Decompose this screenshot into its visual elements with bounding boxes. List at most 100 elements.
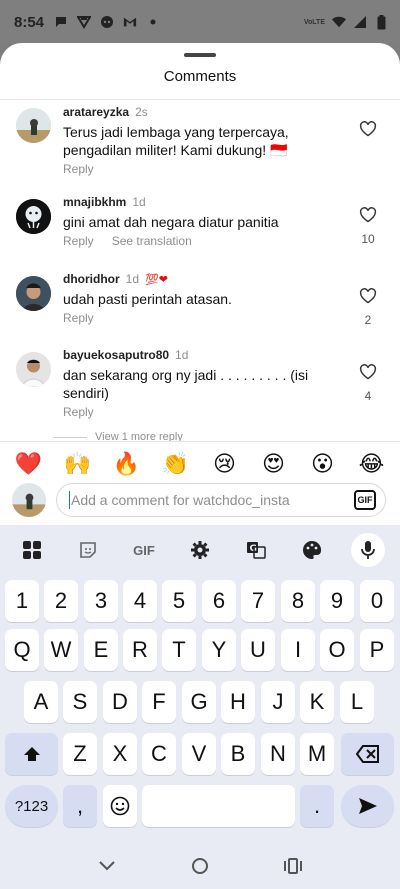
reply-button[interactable]: Reply [63,405,94,419]
key-l[interactable]: L [340,681,374,723]
key-s[interactable]: S [63,681,97,723]
my-avatar [12,483,46,517]
apps-grid-icon[interactable] [15,533,49,567]
comment-time: 1d [125,272,140,286]
avatar[interactable] [16,276,51,311]
key-i[interactable]: I [281,629,315,671]
divider [0,99,400,100]
reply-button[interactable]: Reply [63,234,94,248]
key-4[interactable]: 4 [123,580,157,622]
comment-username[interactable]: bayuekosaputro80 [63,348,169,362]
gif-tab[interactable]: GIF [127,533,161,567]
reaction-fire[interactable]: 🔥 [109,449,145,479]
backspace-key[interactable] [341,733,394,775]
comment-text: udah pasti perintah atasan. [63,291,232,307]
key-9[interactable]: 9 [320,580,354,622]
key-a[interactable]: A [24,681,58,723]
comment-username[interactable]: dhoridhor [63,272,120,286]
like-count: 4 [364,389,372,403]
key-q[interactable]: Q [5,629,39,671]
key-5[interactable]: 5 [162,580,196,622]
key-7[interactable]: 7 [241,580,275,622]
translate-icon[interactable]: G [239,533,273,567]
key-0[interactable]: 0 [360,580,394,622]
key-1[interactable]: 1 [5,580,39,622]
reaction-crying[interactable]: 😢 [207,449,243,479]
emoji-key[interactable] [103,785,137,827]
comment-badge: 💯❤ [145,273,168,286]
recents-icon[interactable] [278,851,308,881]
reaction-raised-hands[interactable]: 🙌 [60,449,96,479]
reaction-surprised[interactable]: 😮 [305,449,341,479]
like-button[interactable] [355,121,381,146]
palette-icon[interactable] [295,533,329,567]
drag-handle[interactable] [184,53,216,57]
home-circle-icon[interactable] [185,851,215,881]
like-button[interactable]: 10 [355,207,381,246]
sticker-icon[interactable] [71,533,105,567]
comment-username[interactable]: aratareyzka [63,105,129,119]
key-f[interactable]: F [142,681,176,723]
comment-input-placeholder: Add a comment for watchdoc_insta [71,492,290,508]
key-2[interactable]: 2 [44,580,78,622]
key-8[interactable]: 8 [281,580,315,622]
key-o[interactable]: O [320,629,354,671]
vpn-notification-icon [77,15,92,29]
more-notifications-dot-icon [146,15,160,29]
key-n[interactable]: N [261,733,295,775]
reply-button[interactable]: Reply [63,311,94,325]
key-e[interactable]: E [84,629,118,671]
period-key[interactable]: . [300,785,334,827]
key-u[interactable]: U [241,629,275,671]
key-h[interactable]: H [221,681,255,723]
see-translation-button[interactable]: See translation [112,234,192,248]
keyboard-toolbar: GIF G [0,533,400,567]
space-key[interactable] [142,785,295,827]
gif-button[interactable]: GIF [354,490,376,510]
key-z[interactable]: Z [63,733,97,775]
key-g[interactable]: G [182,681,216,723]
reaction-laughing[interactable]: 😂 [354,449,390,479]
key-c[interactable]: C [142,733,176,775]
reaction-clap[interactable]: 👏 [158,449,194,479]
avatar[interactable] [16,352,51,387]
status-time: 8:54 [14,13,45,31]
like-button[interactable]: 4 [355,364,381,403]
key-k[interactable]: K [300,681,334,723]
settings-gear-icon[interactable] [183,533,217,567]
comment-username[interactable]: mnajibkhm [63,195,126,209]
text-cursor [69,491,70,509]
key-m[interactable]: M [300,733,334,775]
reaction-heart-eyes[interactable]: 😍 [256,449,292,479]
send-key[interactable] [341,785,394,827]
key-b[interactable]: B [221,733,255,775]
heart-outline-icon [359,364,377,384]
key-v[interactable]: V [182,733,216,775]
key-j[interactable]: J [261,681,295,723]
key-d[interactable]: D [103,681,137,723]
comment-input[interactable]: Add a comment for watchdoc_insta GIF [56,483,386,517]
hide-keyboard-chevron-icon[interactable] [92,851,122,881]
key-p[interactable]: P [360,629,394,671]
avatar[interactable] [16,108,51,143]
comma-key[interactable]: , [63,785,97,827]
key-6[interactable]: 6 [202,580,236,622]
comment-text: dan sekarang org ny jadi . . . . . . . .… [63,367,309,401]
key-x[interactable]: X [103,733,137,775]
reaction-heart[interactable]: ❤️ [11,449,47,479]
chat-notification-icon [54,15,68,29]
key-t[interactable]: T [162,629,196,671]
shift-key[interactable] [5,733,58,775]
key-w[interactable]: W [44,629,78,671]
like-button[interactable]: 2 [355,288,381,327]
symbols-key[interactable]: ?123 [5,785,58,827]
reply-button[interactable]: Reply [63,162,94,176]
wifi-icon [332,15,346,29]
key-y[interactable]: Y [202,629,236,671]
key-r[interactable]: R [123,629,157,671]
microphone-icon[interactable] [351,533,385,567]
comment-composer: Add a comment for watchdoc_insta GIF [0,480,400,524]
heart-outline-icon [359,288,377,308]
avatar[interactable] [16,199,51,234]
key-3[interactable]: 3 [84,580,118,622]
